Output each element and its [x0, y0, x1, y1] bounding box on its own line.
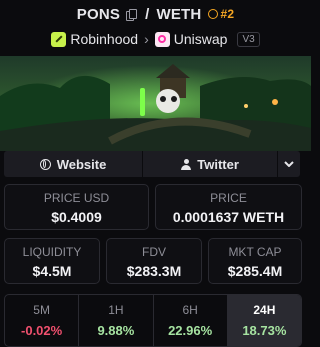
market-cap-label: MKT CAP	[228, 245, 282, 259]
token-banner-image	[0, 56, 311, 151]
chain-link[interactable]: Robinhood	[70, 31, 138, 47]
dex-link[interactable]: Uniswap	[174, 31, 228, 47]
twitter-button[interactable]: Twitter	[143, 151, 279, 177]
change-tab-label: 24H	[253, 303, 276, 317]
banner-art	[0, 56, 311, 151]
liquidity-value: $4.5M	[32, 263, 72, 279]
change-tab-label: 1H	[108, 303, 124, 317]
dex-version-badge: V3	[237, 31, 260, 47]
trending-rank-value: #2	[220, 7, 235, 21]
price-usd-box: PRICE USD $0.4009	[4, 184, 149, 230]
uniswap-icon	[154, 31, 170, 47]
change-tab-value: 18.73%	[242, 323, 287, 338]
change-tab-label: 5M	[33, 303, 50, 317]
breadcrumb: Robinhood › Uniswap V3	[0, 28, 311, 50]
more-links-button[interactable]	[278, 151, 300, 177]
copy-icon[interactable]	[126, 8, 138, 21]
price-usd-label: PRICE USD	[43, 191, 110, 205]
change-tab-6h[interactable]: 6H 22.96%	[154, 295, 228, 346]
robinhood-chain-icon	[51, 31, 67, 47]
price-native-value: 0.0001637 WETH	[172, 209, 285, 225]
chevron-right-icon: ›	[144, 31, 149, 47]
change-tab-value: 9.88%	[97, 323, 135, 338]
price-native-label: PRICE	[210, 191, 247, 205]
twitter-label: Twitter	[197, 156, 239, 172]
fdv-value: $283.3M	[126, 263, 182, 279]
market-cap-box: MKT CAP $285.4M	[208, 238, 302, 284]
person-icon	[181, 158, 192, 170]
pair-separator: /	[145, 5, 150, 23]
base-token-symbol: PONS	[76, 5, 121, 23]
globe-icon	[39, 158, 51, 170]
pair-header: PONS / WETH #2	[0, 0, 311, 28]
change-tab-label: 6H	[182, 303, 198, 317]
price-usd-value: $0.4009	[51, 209, 102, 225]
change-tab-value: 22.96%	[168, 323, 213, 338]
fdv-box: FDV $283.3M	[106, 238, 202, 284]
liquidity-label: LIQUIDITY	[22, 245, 82, 259]
fdv-label: FDV	[142, 245, 166, 259]
website-button[interactable]: Website	[4, 151, 144, 177]
quote-token-symbol: WETH	[156, 5, 202, 23]
social-links-bar: Website Twitter	[4, 151, 300, 177]
change-tab-24h[interactable]: 24H 18.73%	[227, 295, 301, 346]
market-cap-value: $285.4M	[227, 263, 283, 279]
chevron-down-icon	[284, 161, 294, 167]
price-change-tabs: 5M -0.02% 1H 9.88% 6H 22.96% 24H 18.73%	[4, 294, 302, 347]
website-label: Website	[56, 156, 107, 172]
change-tab-1h[interactable]: 1H 9.88%	[79, 295, 154, 346]
change-tab-value: -0.02%	[21, 323, 63, 338]
trending-rank[interactable]: #2	[208, 7, 234, 21]
change-tab-5m[interactable]: 5M -0.02%	[5, 295, 80, 346]
flame-icon	[208, 9, 219, 19]
price-native-box: PRICE 0.0001637 WETH	[155, 184, 302, 230]
liquidity-box: LIQUIDITY $4.5M	[4, 238, 100, 284]
